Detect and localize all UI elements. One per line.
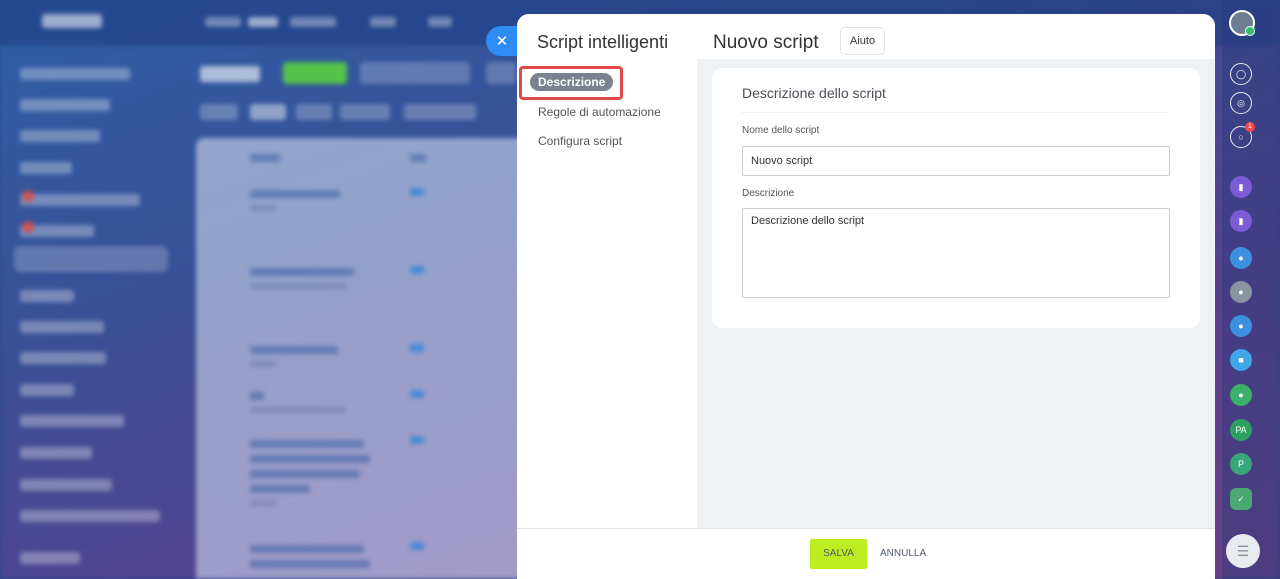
bg-row [410, 188, 424, 196]
divider [742, 112, 1169, 113]
script-name-input[interactable] [742, 146, 1170, 176]
bg-sidebar-item [20, 447, 92, 459]
bg-row [250, 500, 276, 506]
bg-row [250, 485, 310, 493]
group-icon[interactable]: ● [1230, 315, 1252, 337]
bg-top-tab [428, 17, 452, 27]
bg-logo [42, 14, 102, 28]
script-name-label: Nome dello script [742, 125, 820, 136]
bg-row [410, 390, 424, 398]
bg-sidebar-item [20, 99, 110, 111]
bg-row [410, 344, 424, 352]
bg-row [250, 154, 280, 162]
bg-row [250, 190, 340, 198]
card-title: Descrizione dello script [742, 85, 886, 101]
bg-sidebar-item [20, 479, 112, 491]
notification-badge: 1 [1245, 122, 1255, 132]
page-title: Nuovo script [713, 32, 819, 53]
bg-view-tab [200, 104, 238, 120]
cancel-button[interactable]: ANNULLA [880, 539, 926, 569]
bg-row [410, 154, 426, 162]
bg-sidebar-dot [22, 190, 34, 202]
sidebar-title: Script intelligenti [537, 32, 669, 52]
script-panel: Script intelligenti Descrizione Regole d… [517, 14, 1215, 579]
bg-sidebar-item [20, 162, 72, 174]
bg-sidebar-item [20, 384, 74, 396]
highlight-box [519, 66, 623, 100]
bg-row [410, 436, 424, 444]
bg-row [250, 268, 354, 276]
bg-row [250, 560, 370, 568]
play-icon [1245, 26, 1255, 36]
menu-icon[interactable]: ☰ [1226, 534, 1260, 568]
bg-sidebar-item [20, 415, 124, 427]
bg-sidebar-dot [22, 221, 34, 233]
help-button[interactable]: Aiuto [840, 27, 886, 55]
panel-header: Nuovo script Aiuto [697, 14, 1215, 59]
task-icon[interactable]: ✓ [1230, 488, 1252, 510]
bg-add-button [283, 62, 347, 84]
nav-item-configura[interactable]: Configura script [538, 134, 622, 148]
chat-avatar-icon[interactable]: ▮ [1230, 210, 1252, 232]
bg-filter-button [360, 62, 470, 84]
bg-row [250, 440, 364, 448]
bg-top-tab [248, 17, 278, 27]
bg-top-tab [205, 17, 241, 27]
panel-footer: SALVA ANNULLA [517, 528, 1215, 579]
bg-sidebar-item [20, 552, 80, 564]
save-button[interactable]: SALVA [810, 539, 867, 569]
bg-row [250, 283, 346, 289]
user-photo-icon[interactable]: ● [1230, 281, 1252, 303]
bg-sidebar-item [20, 510, 160, 522]
group-icon[interactable]: ● [1230, 384, 1252, 406]
bg-row [410, 266, 424, 274]
bg-row [250, 361, 276, 367]
bg-view-tab [250, 104, 286, 120]
bg-row [250, 470, 360, 478]
initials-avatar[interactable]: P [1230, 453, 1252, 475]
bg-row [410, 542, 424, 550]
bell-icon[interactable]: ◯ [1230, 63, 1252, 85]
bg-sidebar-item [20, 68, 130, 80]
bg-row [250, 455, 370, 463]
bg-view-tab [296, 104, 332, 120]
bg-view-tab [404, 104, 476, 120]
bg-row [250, 392, 264, 400]
group-icon[interactable]: ● [1230, 247, 1252, 269]
bg-row [250, 545, 364, 553]
bg-top-tab [370, 17, 396, 27]
bg-top-tab [290, 17, 336, 27]
panel-sidebar: Script intelligenti Descrizione Regole d… [517, 14, 697, 528]
bg-extra-button [486, 62, 516, 84]
bg-sidebar-item [20, 194, 140, 206]
bg-page-title [200, 66, 260, 82]
description-card: Descrizione dello script Nome dello scri… [712, 68, 1200, 328]
bg-sidebar-item [20, 321, 104, 333]
bg-sidebar-item [20, 352, 106, 364]
chat-avatar-icon[interactable]: ▮ [1230, 176, 1252, 198]
bg-row [250, 407, 346, 413]
bg-sidebar-item [20, 130, 100, 142]
nav-item-regole[interactable]: Regole di automazione [538, 105, 661, 119]
close-icon: ✕ [495, 33, 509, 50]
bg-row [250, 205, 276, 211]
bg-table [196, 138, 526, 579]
description-textarea[interactable]: Descrizione dello script [742, 208, 1170, 298]
bg-sidebar-selected [14, 246, 168, 272]
bg-view-tab [340, 104, 390, 120]
description-label: Descrizione [742, 188, 795, 199]
bg-row [250, 346, 338, 354]
spiral-icon[interactable]: ◎ [1230, 92, 1252, 114]
close-button[interactable]: ✕ [486, 26, 518, 56]
initials-avatar[interactable]: PA [1230, 419, 1252, 441]
message-icon[interactable]: ■ [1230, 349, 1252, 371]
bg-sidebar-item [20, 290, 74, 302]
